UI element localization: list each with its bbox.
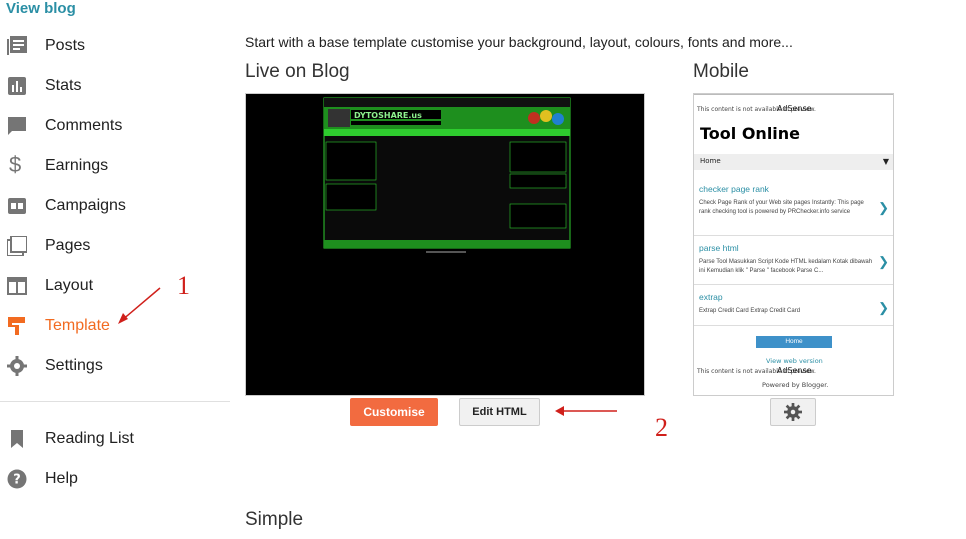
sidebar-item-label: Help (45, 470, 78, 487)
mobile-post-desc: Check Page Rank of your Web site pages I… (699, 200, 864, 215)
annotation-number-1: 1 (177, 271, 190, 300)
campaigns-icon (8, 198, 26, 214)
mobile-post-divider (694, 325, 893, 326)
mobile-post-item[interactable]: extrap Extrap Credit Card Extrap Credit … (699, 292, 877, 316)
sidebar-item-label: Template (45, 317, 110, 334)
sidebar-item-label: Layout (45, 277, 94, 294)
customise-button[interactable]: Customise (350, 398, 438, 426)
sidebar-item-pages[interactable]: Pages (0, 226, 230, 266)
layout-icon (7, 277, 27, 295)
mobile-post-desc: Parse Tool Masukkan Script Kode HTML ked… (699, 259, 873, 274)
sidebar-item-label: Reading List (45, 430, 134, 447)
mobile-post-title[interactable]: extrap (699, 292, 877, 302)
mobile-post-item[interactable]: checker page rank Check Page Rank of you… (699, 184, 877, 217)
mobile-home-button[interactable]: Home (756, 336, 832, 348)
edit-html-button[interactable]: Edit HTML (459, 398, 540, 426)
svg-text:?: ? (13, 473, 21, 488)
gear-icon (784, 403, 802, 421)
sidebar-item-label: Pages (45, 237, 91, 254)
mobile-adsense-top: AdSense (777, 104, 812, 113)
mobile-post-item[interactable]: parse html Parse Tool Masukkan Script Ko… (699, 243, 877, 276)
mobile-blog-title: Tool Online (700, 124, 801, 143)
chevron-right-icon[interactable]: ❯ (878, 254, 889, 270)
sidebar-item-label: Stats (45, 77, 82, 94)
sidebar-item-earnings[interactable]: $ Earnings (0, 146, 230, 186)
mobile-powered-by: Powered by Blogger. (762, 381, 829, 389)
live-blog-preview[interactable]: DYTOSHARE.us (245, 93, 645, 396)
sidebar-item-comments[interactable]: Comments (0, 106, 230, 146)
gear-icon (7, 356, 27, 376)
pages-icon (7, 236, 27, 256)
mobile-home-select[interactable]: Home ▼ (694, 154, 893, 170)
sidebar-item-posts[interactable]: Posts (0, 26, 230, 66)
live-on-blog-heading: Live on Blog (245, 61, 350, 82)
dollar-icon: $ (9, 152, 22, 177)
mobile-view-web-version-link[interactable]: View web version (766, 357, 823, 365)
sidebar-item-campaigns[interactable]: Campaigns (0, 186, 230, 226)
sidebar-item-reading-list[interactable]: Reading List (0, 419, 230, 459)
mobile-settings-button[interactable] (770, 398, 816, 426)
intro-text: Start with a base template customise you… (245, 34, 793, 50)
mobile-top-border (694, 94, 893, 95)
mobile-post-title[interactable]: parse html (699, 243, 877, 253)
annotation-number-2: 2 (655, 413, 668, 442)
mobile-preview[interactable]: This content is not available in preview… (693, 93, 894, 396)
mobile-post-title[interactable]: checker page rank (699, 184, 877, 194)
posts-icon (7, 36, 27, 55)
help-icon: ? (7, 469, 27, 489)
mobile-post-desc: Extrap Credit Card Extrap Credit Card (699, 308, 801, 314)
simple-heading: Simple (245, 509, 304, 530)
mobile-heading: Mobile (693, 61, 749, 82)
sidebar-item-settings[interactable]: Settings (0, 346, 230, 386)
sidebar-item-label: Posts (45, 37, 86, 54)
mobile-adsense-bottom: AdSense (777, 366, 812, 375)
chevron-right-icon[interactable]: ❯ (878, 200, 889, 216)
sidebar-item-label: Campaigns (45, 197, 126, 214)
bookmark-icon (11, 430, 23, 448)
sidebar-item-help[interactable]: ? Help (0, 459, 230, 499)
comments-icon (8, 117, 26, 135)
mobile-post-divider (694, 235, 893, 236)
chevron-right-icon[interactable]: ❯ (878, 300, 889, 316)
preview-site-title: DYTOSHARE.us (354, 111, 422, 120)
sidebar-item-label: Earnings (45, 157, 109, 174)
sidebar-item-label: Settings (45, 357, 103, 374)
mobile-post-divider (694, 284, 893, 285)
stats-icon (8, 77, 26, 95)
sidebar-item-label: Comments (45, 117, 123, 134)
chevron-down-icon: ▼ (882, 157, 889, 166)
sidebar-item-stats[interactable]: Stats (0, 66, 230, 106)
template-icon (8, 317, 25, 335)
mobile-home-select-label: Home (700, 157, 721, 165)
view-blog-link[interactable]: View blog (6, 0, 76, 17)
annotation-arrow-1 (118, 287, 161, 324)
preview-thumbnail: DYTOSHARE.us (323, 97, 571, 253)
sidebar-divider (0, 401, 230, 402)
annotation-arrow-2 (555, 406, 617, 416)
